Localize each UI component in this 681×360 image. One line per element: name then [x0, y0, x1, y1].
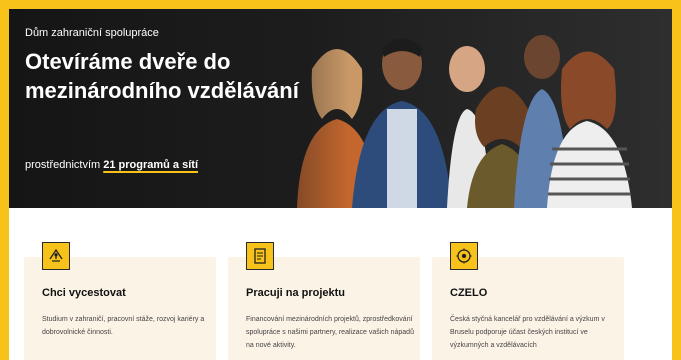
cards-section: Chci vycestovat Studium v zahraničí, pra…: [9, 208, 672, 360]
hero-fade: [209, 9, 349, 208]
card-text: Česká styčná kancelář pro vzdělávání a v…: [450, 316, 605, 349]
hero-subtitle-prefix: prostřednictvím: [25, 159, 104, 171]
programs-link[interactable]: 21 programů a sítí: [103, 159, 198, 171]
hero-title: Otevíráme dveře do mezinárodního vzděláv…: [25, 49, 299, 103]
card-text: Studium v zahraničí, pracovní stáže, roz…: [42, 316, 205, 336]
travel-icon: [42, 242, 70, 270]
card-travel[interactable]: Chci vycestovat Studium v zahraničí, pra…: [24, 242, 216, 360]
hero-subtitle: prostřednictvím 21 programů a sítí: [25, 159, 198, 171]
card-czelo[interactable]: CZELO Česká styčná kancelář pro vzdělává…: [432, 242, 624, 360]
eu-emblem-icon: [450, 242, 478, 270]
card-title: Chci vycestovat: [42, 287, 126, 299]
card-title: CZELO: [450, 287, 488, 299]
card-title: Pracuji na projektu: [246, 287, 346, 299]
card-project[interactable]: Pracuji na projektu Financování mezináro…: [228, 242, 420, 360]
hero-banner: Dům zahraniční spolupráce Otevíráme dveř…: [9, 9, 672, 208]
card-text: Financování mezinárodních projektů, zpro…: [246, 316, 414, 349]
hero-eyebrow: Dům zahraniční spolupráce: [25, 27, 159, 39]
page: Dům zahraniční spolupráce Otevíráme dveř…: [9, 9, 672, 360]
document-icon: [246, 242, 274, 270]
